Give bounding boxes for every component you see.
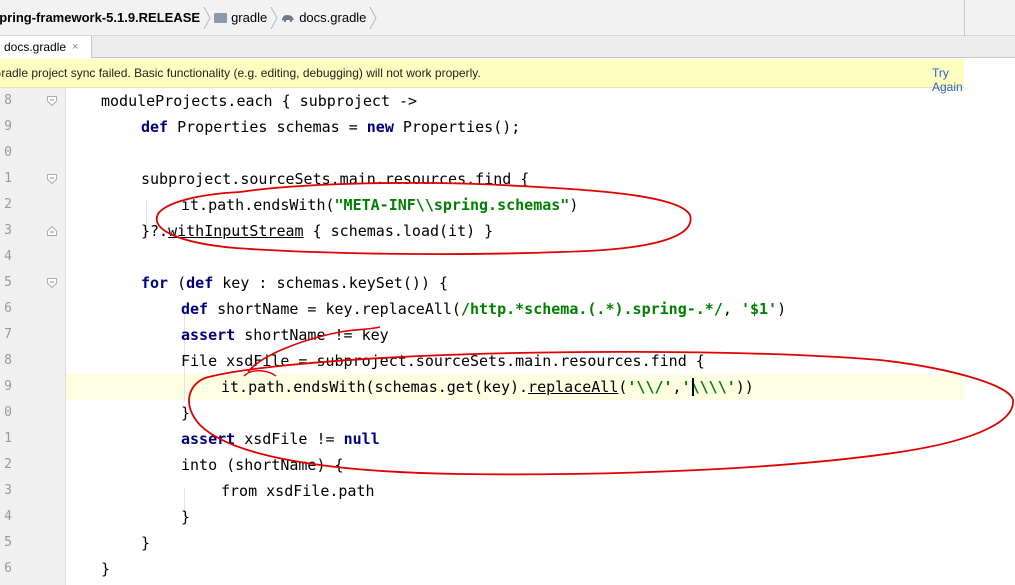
folder-icon bbox=[214, 12, 228, 23]
line-number: 0 bbox=[4, 145, 12, 160]
code-line: } bbox=[141, 534, 151, 552]
code-line: File xsdFile = subproject.sourceSets.mai… bbox=[181, 352, 705, 370]
breadcrumb-project[interactable]: spring-framework-5.1.9.RELEASE bbox=[0, 0, 200, 35]
code-line: into (shortName) { bbox=[181, 456, 344, 474]
line-number: 6 bbox=[4, 561, 12, 576]
line-number: 3 bbox=[4, 483, 12, 498]
line-number: 6 bbox=[4, 301, 12, 316]
line-number: 4 bbox=[4, 509, 12, 524]
breadcrumb-separator-icon bbox=[369, 6, 377, 29]
code-area[interactable]: moduleProjects.each { subproject -> def … bbox=[66, 88, 964, 585]
line-number: 5 bbox=[4, 275, 12, 290]
code-editor[interactable]: 8 9 0 1 2 3 4 5 6 7 8 9 0 1 2 3 4 5 6 mo… bbox=[0, 88, 964, 585]
code-line: from xsdFile.path bbox=[221, 482, 375, 500]
banner-message: Gradle project sync failed. Basic functi… bbox=[0, 66, 481, 80]
code-line: assert xsdFile != null bbox=[181, 430, 380, 448]
breadcrumb-folder[interactable]: gradle bbox=[214, 0, 267, 35]
line-number: 0 bbox=[4, 405, 12, 420]
code-line: }?.withInputStream { schemas.load(it) } bbox=[141, 222, 494, 240]
breadcrumb-project-label: spring-framework-5.1.9.RELEASE bbox=[0, 10, 201, 25]
code-line: } bbox=[181, 404, 191, 422]
line-number: 1 bbox=[4, 171, 12, 186]
breadcrumb-folder-label: gradle bbox=[231, 10, 268, 25]
code-line: subproject.sourceSets.main.resources.fin… bbox=[141, 170, 530, 188]
code-line: } bbox=[101, 560, 111, 578]
toolbar-divider bbox=[964, 0, 965, 36]
code-line: it.path.endsWith("META-INF\\spring.schem… bbox=[181, 196, 579, 214]
breadcrumb-separator-icon bbox=[270, 6, 278, 29]
breadcrumb-separator-icon bbox=[203, 6, 211, 29]
line-number: 5 bbox=[4, 535, 12, 550]
breadcrumb-file-label: docs.gradle bbox=[299, 10, 367, 25]
sync-failed-banner: Gradle project sync failed. Basic functi… bbox=[0, 59, 964, 94]
tab-label: docs.gradle bbox=[4, 40, 67, 54]
text-caret bbox=[692, 378, 694, 396]
code-line: for (def key : schemas.keySet()) { bbox=[141, 274, 449, 292]
gradle-elephant-icon bbox=[282, 15, 295, 22]
tab-docs-gradle[interactable]: docs.gradle × bbox=[0, 36, 92, 58]
line-number: 3 bbox=[4, 223, 12, 238]
fold-marker-icon[interactable] bbox=[47, 174, 57, 184]
fold-marker-icon[interactable] bbox=[47, 96, 57, 106]
code-line: def Properties schemas = new Properties(… bbox=[141, 118, 521, 136]
line-number: 2 bbox=[4, 197, 12, 212]
fold-marker-icon[interactable] bbox=[47, 226, 57, 236]
fold-marker-icon[interactable] bbox=[47, 278, 57, 288]
code-line: assert shortName != key bbox=[181, 326, 389, 344]
line-number: 9 bbox=[4, 379, 12, 394]
line-number: 2 bbox=[4, 457, 12, 472]
line-number: 8 bbox=[4, 93, 12, 108]
breadcrumb-file[interactable]: docs.gradle bbox=[281, 0, 366, 35]
line-number: 4 bbox=[4, 249, 12, 264]
line-number: 1 bbox=[4, 431, 12, 446]
line-number: 9 bbox=[4, 119, 12, 134]
breadcrumb: spring-framework-5.1.9.RELEASE gradle do… bbox=[0, 0, 1015, 36]
code-line: def shortName = key.replaceAll(/http.*sc… bbox=[181, 300, 787, 318]
line-number: 7 bbox=[4, 327, 12, 342]
code-line: it.path.endsWith(schemas.get(key).replac… bbox=[221, 378, 754, 396]
line-number-gutter: 8 9 0 1 2 3 4 5 6 7 8 9 0 1 2 3 4 5 6 bbox=[0, 88, 66, 585]
close-icon[interactable]: × bbox=[72, 41, 78, 53]
code-line: } bbox=[181, 508, 191, 526]
line-number: 8 bbox=[4, 353, 12, 368]
editor-tab-bar: docs.gradle × bbox=[0, 36, 1015, 58]
code-line: moduleProjects.each { subproject -> bbox=[101, 92, 418, 110]
